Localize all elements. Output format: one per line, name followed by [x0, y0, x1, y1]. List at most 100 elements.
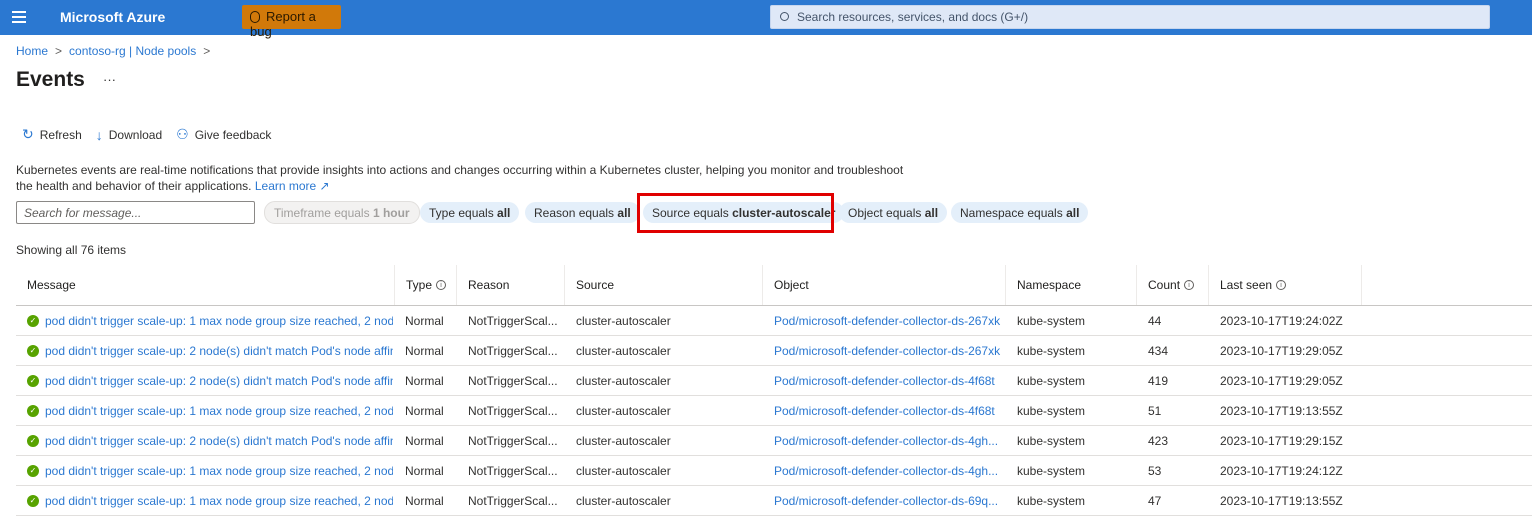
- cell-last-seen: 2023-10-17T19:13:55Z: [1220, 403, 1343, 418]
- breadcrumb-node-pools[interactable]: contoso-rg | Node pools: [69, 44, 196, 58]
- info-icon[interactable]: i: [1276, 280, 1287, 290]
- table-header: Message Type i Reason Source Object Names…: [16, 265, 1532, 306]
- description-text: Kubernetes events are real-time notifica…: [16, 163, 904, 193]
- header-source[interactable]: Source: [565, 265, 763, 305]
- cell-namespace: kube-system: [1017, 373, 1086, 388]
- cell-namespace: kube-system: [1017, 433, 1086, 448]
- cell-type: Normal: [405, 403, 444, 418]
- message-link[interactable]: pod didn't trigger scale-up: 1 max node …: [45, 404, 393, 418]
- report-bug-button[interactable]: Report a bug: [242, 5, 341, 39]
- description: Kubernetes events are real-time notifica…: [16, 162, 916, 194]
- cell-message: ✓ pod didn't trigger scale-up: 1 max node…: [16, 486, 395, 515]
- info-icon[interactable]: i: [436, 280, 447, 290]
- table-row[interactable]: ✓ pod didn't trigger scale-up: 1 max node…: [16, 486, 1532, 516]
- header-last-seen[interactable]: Last seen i: [1209, 265, 1362, 305]
- cell-reason: NotTriggerScal...: [468, 343, 558, 358]
- info-icon[interactable]: i: [1184, 280, 1195, 290]
- filter-object[interactable]: Object equals all: [839, 202, 948, 223]
- cell-type: Normal: [405, 313, 444, 328]
- filter-namespace[interactable]: Namespace equals all: [951, 202, 1089, 223]
- object-link[interactable]: Pod/microsoft-defender-collector-ds-4f68…: [763, 366, 1006, 395]
- table-row[interactable]: ✓ pod didn't trigger scale-up: 2 node(s) …: [16, 426, 1532, 456]
- cell-reason: NotTriggerScal...: [468, 433, 558, 448]
- global-search-input[interactable]: Search resources, services, and docs (G+…: [770, 5, 1490, 29]
- cell-count: 53: [1148, 463, 1162, 478]
- header-message[interactable]: Message: [16, 265, 395, 305]
- message-link[interactable]: pod didn't trigger scale-up: 1 max node …: [45, 464, 393, 478]
- cell-last-seen: 2023-10-17T19:24:02Z: [1220, 313, 1343, 328]
- cell-message: ✓ pod didn't trigger scale-up: 1 max node…: [16, 396, 395, 425]
- message-link[interactable]: pod didn't trigger scale-up: 2 node(s) d…: [45, 374, 393, 388]
- cell-type: Normal: [405, 343, 444, 358]
- cell-source: cluster-autoscaler: [576, 463, 671, 478]
- download-label: Download: [108, 127, 163, 142]
- refresh-icon: ↻: [22, 126, 34, 142]
- cell-namespace: kube-system: [1017, 313, 1086, 328]
- header-namespace[interactable]: Namespace: [1006, 265, 1137, 305]
- object-link[interactable]: Pod/microsoft-defender-collector-ds-267x…: [763, 306, 1006, 335]
- search-placeholder: Search resources, services, and docs (G+…: [797, 10, 1029, 24]
- give-feedback-button[interactable]: ⚇ Give feedback: [176, 126, 271, 143]
- table-row[interactable]: ✓ pod didn't trigger scale-up: 1 max node…: [16, 306, 1532, 336]
- cell-last-seen: 2023-10-17T19:13:55Z: [1220, 493, 1343, 508]
- success-check-icon: ✓: [27, 494, 39, 507]
- refresh-button[interactable]: ↻ Refresh: [22, 126, 82, 143]
- cell-namespace: kube-system: [1017, 463, 1086, 478]
- cell-message: ✓ pod didn't trigger scale-up: 2 node(s) …: [16, 426, 395, 455]
- cell-source: cluster-autoscaler: [576, 403, 671, 418]
- download-button[interactable]: ↓ Download: [96, 126, 162, 143]
- success-check-icon: ✓: [27, 464, 39, 477]
- cell-message: ✓ pod didn't trigger scale-up: 2 node(s) …: [16, 336, 395, 365]
- success-check-icon: ✓: [27, 314, 39, 327]
- message-link[interactable]: pod didn't trigger scale-up: 1 max node …: [45, 314, 393, 328]
- cell-reason: NotTriggerScal...: [468, 403, 558, 418]
- object-link[interactable]: Pod/microsoft-defender-collector-ds-69q.…: [763, 486, 1006, 515]
- breadcrumb-home[interactable]: Home: [16, 44, 48, 58]
- table-row[interactable]: ✓ pod didn't trigger scale-up: 1 max node…: [16, 396, 1532, 426]
- filter-reason[interactable]: Reason equals all: [525, 202, 640, 223]
- cell-source: cluster-autoscaler: [576, 373, 671, 388]
- table-row[interactable]: ✓ pod didn't trigger scale-up: 2 node(s) …: [16, 366, 1532, 396]
- table-row[interactable]: ✓ pod didn't trigger scale-up: 2 node(s) …: [16, 336, 1532, 366]
- message-link[interactable]: pod didn't trigger scale-up: 2 node(s) d…: [45, 434, 393, 448]
- object-link[interactable]: Pod/microsoft-defender-collector-ds-4gh.…: [763, 456, 1006, 485]
- header-count[interactable]: Count i: [1137, 265, 1209, 305]
- header-type[interactable]: Type i: [395, 265, 457, 305]
- header-object[interactable]: Object: [763, 265, 1006, 305]
- brand-logo[interactable]: Microsoft Azure: [60, 9, 165, 25]
- cell-count: 51: [1148, 403, 1162, 418]
- cell-reason: NotTriggerScal...: [468, 373, 558, 388]
- chevron-right-icon: >: [55, 44, 63, 58]
- cell-namespace: kube-system: [1017, 493, 1086, 508]
- cell-message: ✓ pod didn't trigger scale-up: 1 max node…: [16, 306, 395, 335]
- header-reason[interactable]: Reason: [457, 265, 565, 305]
- cell-count: 419: [1148, 373, 1169, 388]
- filter-type[interactable]: Type equals all: [420, 202, 520, 223]
- message-search-input[interactable]: Search for message...: [16, 201, 255, 224]
- cell-type: Normal: [405, 433, 444, 448]
- command-bar: ↻ Refresh ↓ Download ⚇ Give feedback: [22, 126, 271, 143]
- cell-type: Normal: [405, 373, 444, 388]
- cell-reason: NotTriggerScal...: [468, 493, 558, 508]
- learn-more-link[interactable]: Learn more ↗: [255, 179, 330, 193]
- feedback-icon: ⚇: [176, 126, 189, 142]
- success-check-icon: ✓: [27, 344, 39, 357]
- object-link[interactable]: Pod/microsoft-defender-collector-ds-4f68…: [763, 396, 1006, 425]
- highlight-box: [637, 193, 834, 233]
- table-row[interactable]: ✓ pod didn't trigger scale-up: 1 max node…: [16, 456, 1532, 486]
- more-options-button[interactable]: ···: [103, 72, 116, 87]
- refresh-label: Refresh: [39, 127, 82, 142]
- top-bar: Microsoft Azure Report a bug Search reso…: [0, 0, 1532, 39]
- cell-source: cluster-autoscaler: [576, 343, 671, 358]
- message-link[interactable]: pod didn't trigger scale-up: 1 max node …: [45, 494, 393, 508]
- object-link[interactable]: Pod/microsoft-defender-collector-ds-267x…: [763, 336, 1006, 365]
- breadcrumb: Home > contoso-rg | Node pools >: [16, 44, 217, 58]
- cell-type: Normal: [405, 493, 444, 508]
- cell-source: cluster-autoscaler: [576, 433, 671, 448]
- message-link[interactable]: pod didn't trigger scale-up: 2 node(s) d…: [45, 344, 393, 358]
- object-link[interactable]: Pod/microsoft-defender-collector-ds-4gh.…: [763, 426, 1006, 455]
- menu-icon[interactable]: [12, 11, 26, 23]
- cell-source: cluster-autoscaler: [576, 493, 671, 508]
- cell-reason: NotTriggerScal...: [468, 313, 558, 328]
- cell-last-seen: 2023-10-17T19:29:15Z: [1220, 433, 1343, 448]
